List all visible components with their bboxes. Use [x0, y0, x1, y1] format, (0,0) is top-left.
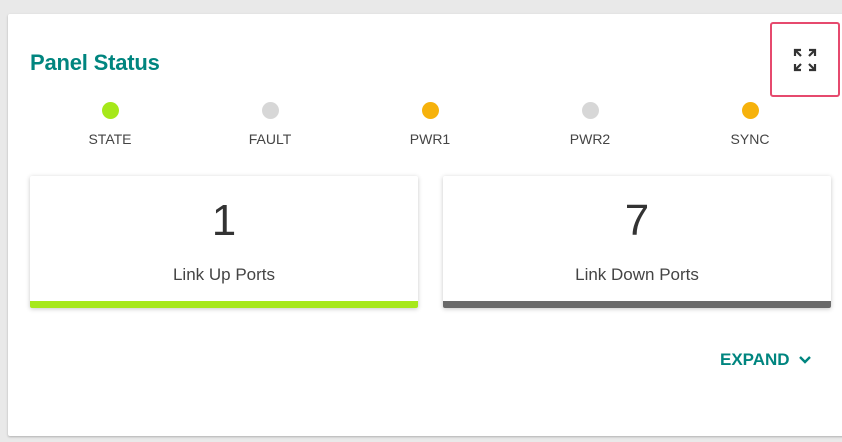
link-up-label: Link Up Ports	[172, 265, 276, 284]
fullscreen-icon	[793, 48, 817, 71]
led-pwr1: PWR1	[370, 102, 490, 147]
led-fault: FAULT	[210, 102, 330, 147]
led-sync: SYNC	[690, 102, 810, 147]
link-down-status-bar	[443, 301, 831, 308]
link-up-count: 1	[211, 196, 237, 245]
fullscreen-button[interactable]	[770, 22, 840, 97]
link-up-status-bar	[30, 301, 418, 308]
led-fault-dot	[261, 102, 279, 119]
led-pwr1-dot	[421, 102, 439, 119]
link-down-label: Link Down Ports	[575, 265, 699, 284]
link-down-ports-card: 7 Link Down Ports	[443, 176, 831, 308]
led-indicators: STATE FAULT PWR1 PWR2 SYNC	[8, 102, 842, 162]
panel-title: Panel Status	[30, 50, 160, 75]
chevron-down-icon	[798, 356, 811, 364]
led-state-label: STATE	[88, 131, 132, 147]
led-state-dot	[101, 102, 119, 119]
led-pwr2-label: PWR2	[569, 131, 611, 147]
expand-button[interactable]: EXPAND	[720, 350, 812, 370]
led-fault-label: FAULT	[248, 131, 292, 147]
led-sync-dot	[741, 102, 759, 119]
link-up-ports-card: 1 Link Up Ports	[30, 176, 418, 308]
panel-status-card: Panel Status STATE FAULT PWR1 PWR2 SYNC …	[8, 14, 842, 436]
led-pwr1-label: PWR1	[409, 131, 451, 147]
led-pwr2-dot	[581, 102, 599, 119]
expand-label: EXPAND	[720, 350, 790, 369]
led-state: STATE	[50, 102, 170, 147]
led-pwr2: PWR2	[530, 102, 650, 147]
led-sync-label: SYNC	[730, 131, 770, 147]
link-down-count: 7	[624, 196, 650, 245]
